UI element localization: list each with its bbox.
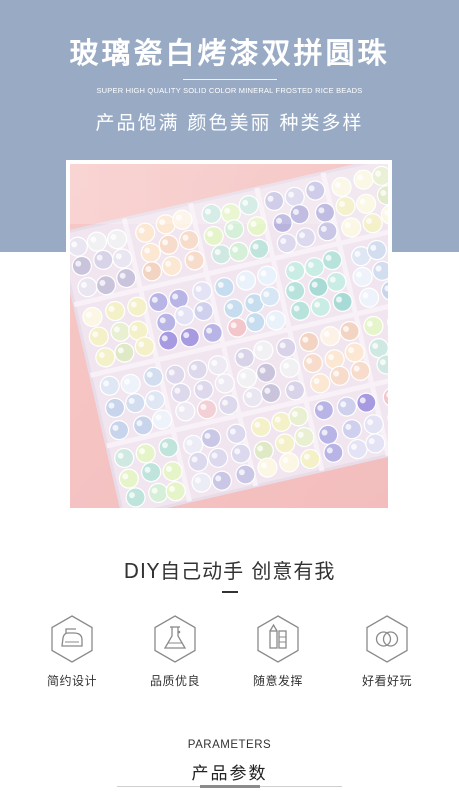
parameters-heading-cn: 产品参数 [191,764,268,784]
parameters-heading-en: PARAMETERS [187,739,272,751]
parameters-divider-accent [200,785,260,788]
page-title: 玻璃瓷白烤漆双拼圆珠 [69,36,390,70]
feature-label: 随意发挥 [252,674,303,688]
product-photo [70,164,388,508]
rings-icon [364,614,410,664]
subtitle-chinese: 产品饱满 颜色美丽 种类多样 [95,112,364,134]
feature-fun: 好看好玩 [352,614,422,689]
slogan-divider [222,591,238,593]
title-divider [183,79,277,80]
feature-quality: 品质优良 [140,614,210,689]
feature-label: 好看好玩 [361,674,412,688]
feature-simple-design: 简约设计 [37,614,107,689]
lid-reflection [70,164,388,224]
feature-label: 品质优良 [149,674,200,688]
iron-icon [49,614,95,664]
feature-label: 简约设计 [46,674,97,688]
flask-icon [152,614,198,664]
palette-icon [255,614,301,664]
beads-box-illustration [70,164,388,508]
feature-freedom: 随意发挥 [243,614,313,689]
diy-slogan: DIY自己动手 创意有我 [123,559,336,583]
subtitle-english: SUPER HIGH QUALITY SOLID COLOR MINERAL F… [96,86,363,95]
